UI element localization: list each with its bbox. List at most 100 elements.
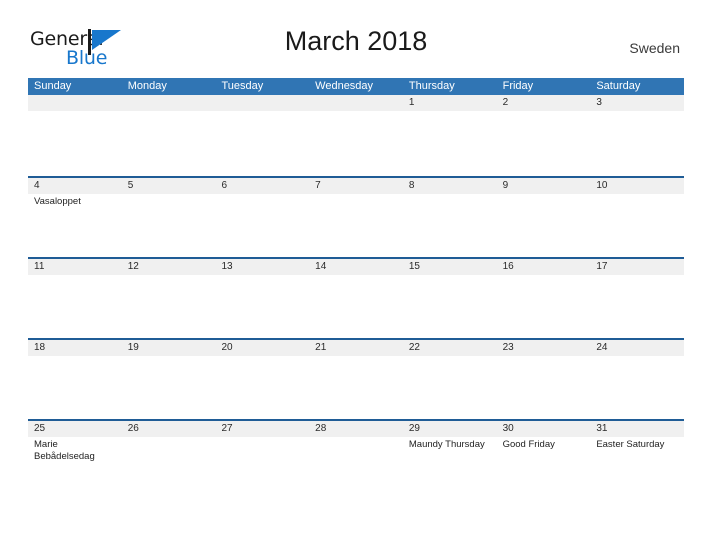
page-title: March 2018 xyxy=(284,26,428,56)
day-events-empty xyxy=(309,437,403,500)
day-events-empty xyxy=(403,194,497,257)
calendar-event: Maundy Thursday xyxy=(408,439,485,450)
day-number[interactable]: 13 xyxy=(215,259,309,275)
day-number-band: 18 19 20 21 22 23 24 xyxy=(28,340,684,356)
day-events-empty xyxy=(309,194,403,257)
day-number-band: 4 5 6 7 8 9 10 xyxy=(28,178,684,194)
calendar-event: Vasaloppet xyxy=(34,196,81,207)
day-number[interactable]: 16 xyxy=(497,259,591,275)
day-number[interactable]: 17 xyxy=(590,259,684,275)
day-events-empty xyxy=(590,111,684,174)
calendar-week-row: 4 5 6 7 8 9 10 Vasaloppet xyxy=(28,176,684,257)
day-events-empty xyxy=(590,275,684,338)
day-number[interactable]: 23 xyxy=(497,340,591,356)
day-events: Good Friday xyxy=(497,437,591,500)
day-number[interactable]: 30 xyxy=(497,421,591,437)
day-number[interactable]: 5 xyxy=(122,178,216,194)
day-number[interactable]: 15 xyxy=(403,259,497,275)
day-number[interactable]: 6 xyxy=(215,178,309,194)
page-header: General Blue March 2018 Sweden xyxy=(0,0,712,69)
day-number-empty xyxy=(309,95,403,111)
calendar-event: Marie Bebådelsedag xyxy=(34,439,95,462)
day-events: Vasaloppet xyxy=(28,194,122,257)
day-number[interactable]: 12 xyxy=(122,259,216,275)
day-number[interactable]: 29 xyxy=(403,421,497,437)
weekday-header-row: Sunday Monday Tuesday Wednesday Thursday… xyxy=(28,78,684,95)
calendar-event: Good Friday xyxy=(502,439,555,450)
weekday-header-sunday: Sunday xyxy=(34,80,72,92)
day-number[interactable]: 24 xyxy=(590,340,684,356)
calendar-week-row: 123 xyxy=(28,95,684,176)
day-events-empty xyxy=(497,194,591,257)
day-events-empty xyxy=(122,194,216,257)
day-events-empty xyxy=(215,111,309,174)
day-number[interactable]: 26 xyxy=(122,421,216,437)
day-events-empty xyxy=(122,356,216,419)
day-number[interactable]: 7 xyxy=(309,178,403,194)
day-events: Marie Bebådelsedag xyxy=(28,437,122,500)
calendar-week-row: 18 19 20 21 22 23 24 xyxy=(28,338,684,419)
day-events-empty xyxy=(590,194,684,257)
day-number[interactable]: 9 xyxy=(497,178,591,194)
day-events-empty xyxy=(215,437,309,500)
day-number-band: 123 xyxy=(28,95,684,111)
day-events-empty xyxy=(122,111,216,174)
weekday-header-friday: Friday xyxy=(502,80,534,92)
day-events: Easter Saturday xyxy=(590,437,684,500)
day-number-empty xyxy=(215,95,309,111)
day-events-empty xyxy=(28,356,122,419)
day-number-empty xyxy=(122,95,216,111)
day-number[interactable]: 3 xyxy=(590,95,684,111)
day-number[interactable]: 4 xyxy=(28,178,122,194)
day-number[interactable]: 28 xyxy=(309,421,403,437)
day-events: Maundy Thursday xyxy=(403,437,497,500)
day-number-band: 25 26 27 28 29 30 31 xyxy=(28,421,684,437)
day-event-band: Vasaloppet xyxy=(28,194,684,257)
day-number[interactable]: 10 xyxy=(590,178,684,194)
day-events-empty xyxy=(403,275,497,338)
calendar-week-row: 11 12 13 14 15 16 17 xyxy=(28,257,684,338)
day-event-band xyxy=(28,356,684,419)
day-events-empty xyxy=(215,194,309,257)
day-number[interactable]: 18 xyxy=(28,340,122,356)
day-number-band: 11 12 13 14 15 16 17 xyxy=(28,259,684,275)
day-events-empty xyxy=(309,356,403,419)
day-events-empty xyxy=(497,275,591,338)
day-number[interactable]: 14 xyxy=(309,259,403,275)
day-number[interactable]: 22 xyxy=(403,340,497,356)
day-events-empty xyxy=(28,275,122,338)
day-events-empty xyxy=(28,111,122,174)
calendar-grid: Sunday Monday Tuesday Wednesday Thursday… xyxy=(28,78,684,500)
weekday-header-tuesday: Tuesday xyxy=(221,80,264,92)
day-events-empty xyxy=(590,356,684,419)
day-events-empty xyxy=(309,111,403,174)
day-events-empty xyxy=(497,356,591,419)
day-number-empty xyxy=(28,95,122,111)
calendar-weeks: 1 2 3 4 5 6 7 8 9 10 Vasaloppet 11 12 13 14 15 16 17 18 19 2… xyxy=(28,95,684,500)
weekday-header-thursday: Thursday xyxy=(408,80,455,92)
day-events-empty xyxy=(309,275,403,338)
day-number[interactable]: 2 xyxy=(497,95,591,111)
weekday-header-wednesday: Wednesday xyxy=(315,80,374,92)
day-events-empty xyxy=(122,275,216,338)
day-number[interactable]: 11 xyxy=(28,259,122,275)
calendar-week-row: 25 26 27 28 29 30 31 Marie Bebådelsedag Maundy T… xyxy=(28,419,684,500)
day-event-band xyxy=(28,111,684,174)
day-events-empty xyxy=(122,437,216,500)
day-number[interactable]: 1 xyxy=(403,95,497,111)
calendar-page: General Blue March 2018 Sweden Sunday Mo… xyxy=(0,0,712,550)
day-number[interactable]: 19 xyxy=(122,340,216,356)
country-label: Sweden xyxy=(629,40,680,56)
day-events-empty xyxy=(497,111,591,174)
day-number[interactable]: 21 xyxy=(309,340,403,356)
day-number[interactable]: 27 xyxy=(215,421,309,437)
day-event-band xyxy=(28,275,684,338)
day-number[interactable]: 20 xyxy=(215,340,309,356)
day-number[interactable]: 25 xyxy=(28,421,122,437)
weekday-header-saturday: Saturday xyxy=(596,80,641,92)
day-number[interactable]: 8 xyxy=(403,178,497,194)
day-event-band: Marie Bebådelsedag Maundy Thursday Good Fr… xyxy=(28,437,684,500)
day-events-empty xyxy=(215,275,309,338)
day-number[interactable]: 31 xyxy=(590,421,684,437)
weekday-header-monday: Monday xyxy=(127,80,167,92)
